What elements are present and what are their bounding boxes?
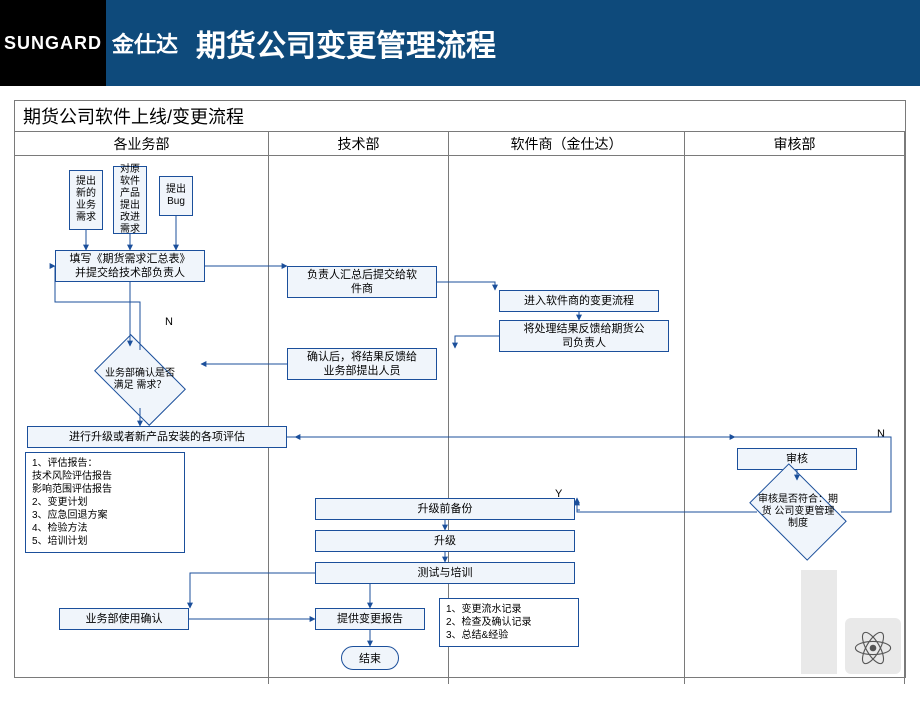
node-leader-submit: 负责人汇总后提交给软 件商 (287, 266, 437, 298)
lane-audit: 审核部 (685, 132, 905, 684)
node-change-report: 提供变更报告 (315, 608, 425, 630)
node-vendor-feedback: 将处理结果反馈给期货公 司负责人 (499, 320, 669, 352)
node-test-train: 测试与培训 (315, 562, 575, 584)
logo-text: SUNGARD (4, 33, 102, 54)
node-backup: 升级前备份 (315, 498, 575, 520)
node-fill-form: 填写《期货需求汇总表》 并提交给技术部负责人 (55, 250, 205, 282)
node-evaluate: 进行升级或者新产品安装的各项评估 (27, 426, 287, 448)
lane-header-tech: 技术部 (269, 132, 448, 156)
deco-bar-icon (801, 570, 837, 674)
note-report-items: 1、变更流水记录 2、检查及确认记录 3、总结&经验 (439, 598, 579, 647)
lane-header-vendor: 软件商（金仕达） (449, 132, 684, 156)
node-improve-requirement: 对原 软件 产品 提出 改进 需求 (113, 166, 147, 234)
node-new-requirement: 提出 新的 业务 需求 (69, 170, 103, 230)
node-end: 结束 (341, 646, 399, 670)
header: SUNGARD 金仕达 期货公司变更管理流程 (0, 0, 920, 86)
note-evaluation-items: 1、评估报告： 技术风险评估报告 影响范围评估报告 2、变更计划 3、应急回退方… (25, 452, 185, 553)
lane-header-audit: 审核部 (685, 132, 904, 156)
atom-icon (851, 626, 895, 670)
lane-header-business: 各业务部 (15, 132, 268, 156)
node-confirm-text: 业务部确认是否满足 需求？ (102, 368, 178, 392)
node-upgrade: 升级 (315, 530, 575, 552)
node-audit-text: 审核是否符合：期货 公司变更管理制度 (758, 494, 838, 530)
diagram-title: 期货公司软件上线/变更流程 (15, 101, 905, 132)
node-bug: 提出 Bug (159, 176, 193, 216)
node-use-confirm: 业务部使用确认 (59, 608, 189, 630)
label-n2: N (877, 428, 885, 440)
page-title: 期货公司变更管理流程 (178, 0, 496, 86)
diagram: 期货公司软件上线/变更流程 各业务部 技术部 软件商（金仕达） 审核部 提出 新… (14, 100, 906, 678)
node-feedback-business: 确认后，将结果反馈给 业务部提出人员 (287, 348, 437, 380)
node-audit: 审核 (737, 448, 857, 470)
label-n1: N (165, 316, 173, 328)
lane-tech: 技术部 (269, 132, 449, 684)
logo-box: SUNGARD (0, 0, 106, 86)
brand-text: 金仕达 (106, 0, 178, 86)
swimlanes: 各业务部 技术部 软件商（金仕达） 审核部 提出 新的 业务 需求 对原 软件 … (15, 132, 905, 684)
label-y: Y (555, 488, 562, 500)
node-vendor-flow: 进入软件商的变更流程 (499, 290, 659, 312)
